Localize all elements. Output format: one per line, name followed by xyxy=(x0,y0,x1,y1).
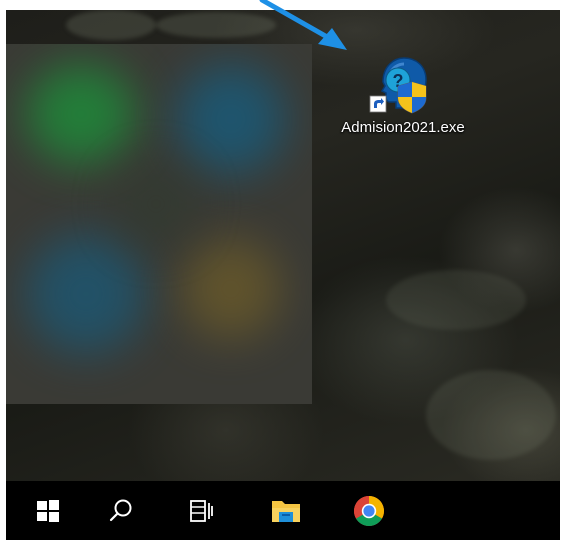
blurred-region xyxy=(6,44,312,404)
taskbar xyxy=(6,481,560,540)
blurred-blob xyxy=(26,234,146,354)
wallpaper-foliage xyxy=(386,270,526,330)
blue-arrow-pointer xyxy=(259,0,347,50)
search-button[interactable] xyxy=(97,481,145,540)
blurred-blob xyxy=(26,64,136,164)
blurred-blob xyxy=(181,239,281,339)
blurred-blob xyxy=(176,64,286,174)
desktop-icon-admision2021[interactable]: ? Admision2021.exe xyxy=(328,52,478,137)
app-icon: ? xyxy=(368,52,438,116)
desktop-background[interactable]: ? Admision2021.exe xyxy=(6,10,560,481)
task-view-icon xyxy=(190,499,213,522)
folder-icon xyxy=(272,500,300,522)
windows-logo-icon xyxy=(37,499,59,522)
search-icon xyxy=(109,499,132,521)
blurred-blob xyxy=(116,164,196,244)
wallpaper-foliage xyxy=(426,370,556,460)
desktop-icon-label: Admision2021.exe xyxy=(341,119,465,136)
file-explorer-button[interactable] xyxy=(262,481,310,540)
blue-head-question-mark-with-uac-shield-icon: ? xyxy=(369,57,427,114)
chrome-icon xyxy=(353,495,385,526)
start-button[interactable] xyxy=(24,481,72,540)
shortcut-badge xyxy=(369,95,387,113)
task-view-button[interactable] xyxy=(177,481,225,540)
chrome-button[interactable] xyxy=(345,481,393,540)
